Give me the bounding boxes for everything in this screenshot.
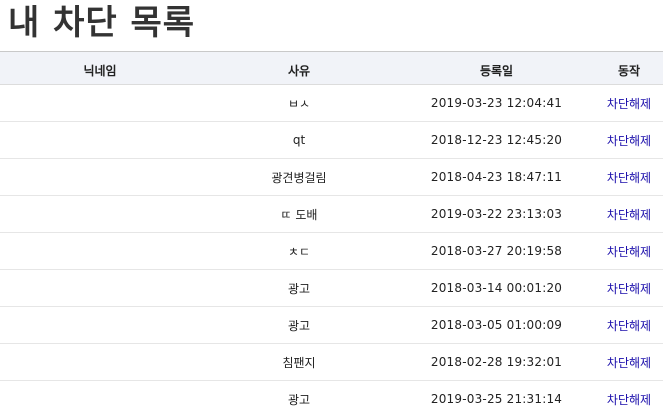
reason-cell: 광고 [200, 380, 398, 414]
date-cell: 2019-03-23 12:04:41 [398, 84, 595, 122]
reason-cell: ㅊㄷ [200, 232, 398, 270]
action-cell: 차단해제 [595, 232, 663, 270]
unblock-link[interactable]: 차단해제 [607, 171, 651, 185]
date-cell: 2018-02-28 19:32:01 [398, 343, 595, 381]
table-row: qt 2018-12-23 12:45:20 차단해제 [0, 121, 663, 159]
nickname-cell [0, 380, 200, 414]
nickname-cell [0, 306, 200, 344]
date-cell: 2019-03-25 21:31:14 [398, 380, 595, 414]
unblock-link[interactable]: 차단해제 [607, 319, 651, 333]
column-header-nickname: 닉네임 [0, 51, 200, 85]
column-header-date: 등록일 [398, 51, 595, 85]
action-cell: 차단해제 [595, 195, 663, 233]
unblock-link[interactable]: 차단해제 [607, 97, 651, 111]
page-title: 내 차단 목록 [8, 3, 196, 43]
date-cell: 2018-12-23 12:45:20 [398, 121, 595, 159]
table-row: ㅂㅅ 2019-03-23 12:04:41 차단해제 [0, 84, 663, 122]
nickname-cell [0, 269, 200, 307]
date-cell: 2018-03-05 01:00:09 [398, 306, 595, 344]
nickname-cell [0, 84, 200, 122]
nickname-cell [0, 343, 200, 381]
nickname-cell [0, 195, 200, 233]
table-row: ㄸ 도배 2019-03-22 23:13:03 차단해제 [0, 195, 663, 233]
table-row: 광고 2018-03-05 01:00:09 차단해제 [0, 306, 663, 344]
reason-cell: ㄸ 도배 [200, 195, 398, 233]
nickname-cell [0, 121, 200, 159]
table-header-row: 닉네임 사유 등록일 동작 [0, 51, 663, 85]
date-cell: 2019-03-22 23:13:03 [398, 195, 595, 233]
table-body: ㅂㅅ 2019-03-23 12:04:41 차단해제 qt 2018-12-2… [0, 84, 663, 414]
nickname-cell [0, 158, 200, 196]
reason-cell: 광고 [200, 269, 398, 307]
date-cell: 2018-03-27 20:19:58 [398, 232, 595, 270]
nickname-cell [0, 232, 200, 270]
reason-cell: qt [200, 121, 398, 159]
table-header: 닉네임 사유 등록일 동작 [0, 51, 663, 85]
table-row: 침팬지 2018-02-28 19:32:01 차단해제 [0, 343, 663, 381]
table-row: ㅊㄷ 2018-03-27 20:19:58 차단해제 [0, 232, 663, 270]
action-cell: 차단해제 [595, 84, 663, 122]
unblock-link[interactable]: 차단해제 [607, 134, 651, 148]
date-cell: 2018-04-23 18:47:11 [398, 158, 595, 196]
reason-cell: 침팬지 [200, 343, 398, 381]
unblock-link[interactable]: 차단해제 [607, 393, 651, 407]
column-header-reason: 사유 [200, 51, 398, 85]
unblock-link[interactable]: 차단해제 [607, 245, 651, 259]
column-header-action: 동작 [595, 51, 663, 85]
action-cell: 차단해제 [595, 269, 663, 307]
unblock-link[interactable]: 차단해제 [607, 282, 651, 296]
unblock-link[interactable]: 차단해제 [607, 208, 651, 222]
table-row: 광고 2018-03-14 00:01:20 차단해제 [0, 269, 663, 307]
table-row: 광고 2019-03-25 21:31:14 차단해제 [0, 380, 663, 414]
action-cell: 차단해제 [595, 343, 663, 381]
action-cell: 차단해제 [595, 158, 663, 196]
action-cell: 차단해제 [595, 380, 663, 414]
reason-cell: ㅂㅅ [200, 84, 398, 122]
date-cell: 2018-03-14 00:01:20 [398, 269, 595, 307]
unblock-link[interactable]: 차단해제 [607, 356, 651, 370]
reason-cell: 광견병걸림 [200, 158, 398, 196]
action-cell: 차단해제 [595, 306, 663, 344]
table-row: 광견병걸림 2018-04-23 18:47:11 차단해제 [0, 158, 663, 196]
block-list-table: 닉네임 사유 등록일 동작 ㅂㅅ 2019-03-23 12:04:41 차단해… [0, 51, 663, 414]
reason-cell: 광고 [200, 306, 398, 344]
action-cell: 차단해제 [595, 121, 663, 159]
